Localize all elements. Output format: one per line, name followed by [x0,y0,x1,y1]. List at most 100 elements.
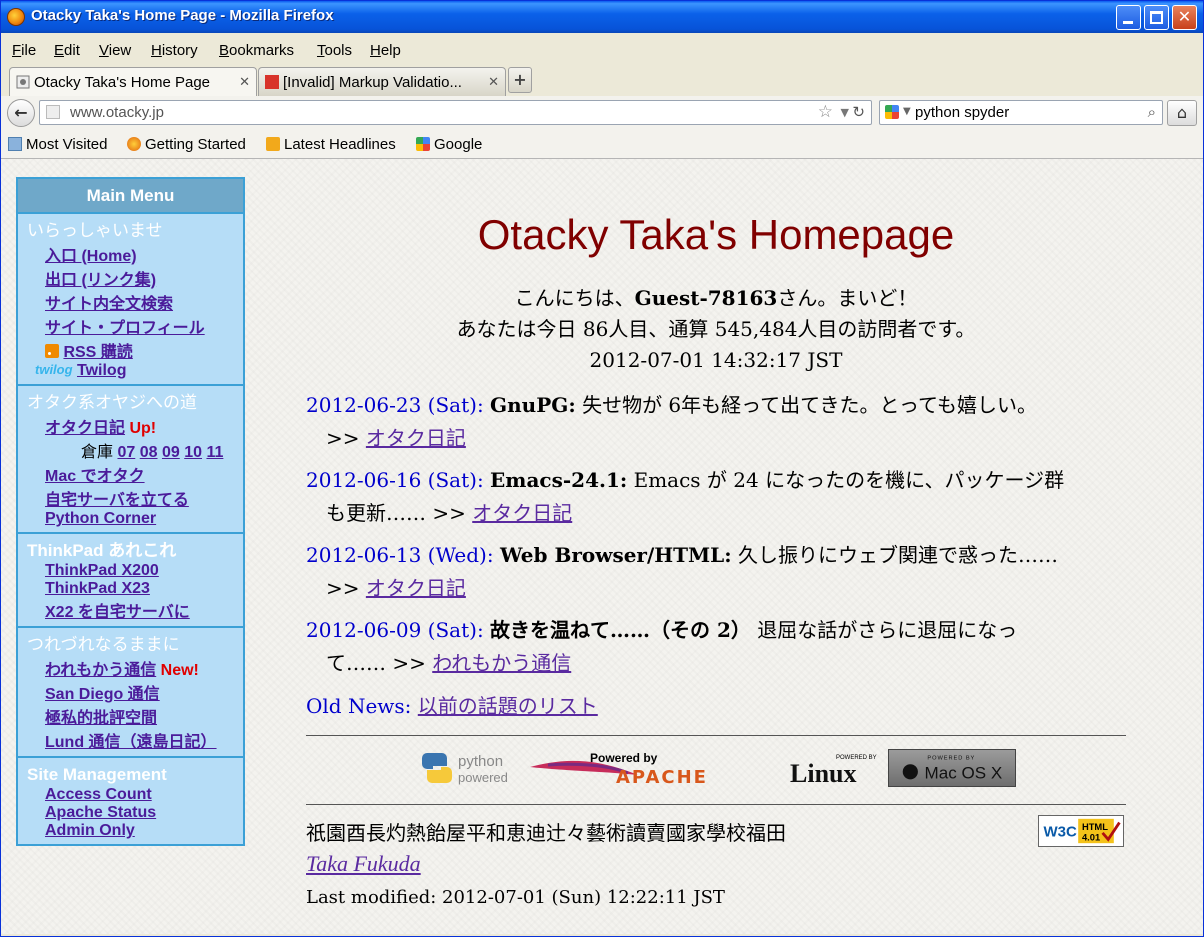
twilog-logo-icon: twilog [35,362,73,377]
home-icon: ⌂ [1176,103,1188,122]
last-modified: Last modified: 2012-07-01 (Sun) 12:22:11… [306,887,725,908]
menu-history[interactable]: History [151,42,198,59]
back-button[interactable]: ← [7,99,35,127]
sidebar-item-search[interactable]: サイト内全文検索 [45,296,173,313]
python-powered-badge[interactable]: python powered [418,749,514,787]
page-title: Otacky Taka's Homepage [477,211,955,258]
old-news: Old News: 以前の話題のリスト [306,694,598,718]
up-badge: Up! [129,420,157,437]
warehouse-link-10[interactable]: 10 [184,444,202,461]
news-link-otaku-diary[interactable]: オタク日記 [472,501,572,525]
bookmark-getting-started[interactable]: Getting Started [127,136,246,153]
author-link[interactable]: Taka Fukuda [306,851,421,877]
search-icon[interactable]: ⌕ [1148,103,1156,121]
section-title: つれづれなるままに [27,635,180,654]
new-tab-button[interactable]: + [508,67,532,93]
sidebar-item-apache-status[interactable]: Apache Status [45,804,156,821]
tab-otacky-home[interactable]: Otacky Taka's Home Page ✕ [9,67,257,97]
bookmark-most-visited[interactable]: Most Visited [8,136,107,153]
maximize-icon [1150,11,1163,24]
sidebar-item-otaku-diary[interactable]: オタク日記 [45,420,125,437]
search-bar[interactable]: ▼ python spyder ⌕ [879,100,1163,125]
sidebar-item-x23[interactable]: ThinkPad X23 [45,580,150,597]
news-link-waremokou[interactable]: われもかう通信 [432,651,571,675]
sidebar-section-site-management: Site Management Access Count Apache Stat… [18,758,243,844]
svg-text:Mac OS X: Mac OS X [925,763,1003,782]
tab-close-icon[interactable]: ✕ [488,74,499,90]
site-identity-icon[interactable] [46,105,60,119]
news-item: 2012-06-09 (Sat): 故きを温ねて……（その 2） 退屈な話がさら… [306,618,1018,675]
url-dropdown-icon[interactable]: ▼ [841,106,849,119]
svg-text:python: python [458,753,503,770]
sidebar-item-x200[interactable]: ThinkPad X200 [45,562,159,579]
menu-bookmarks[interactable]: Bookmarks [219,42,294,59]
greeting: こんにちは、Guest-78163さん。まいど！ あなたは今日 86人目、通算 … [306,283,1126,376]
sidebar-item-rss[interactable]: RSS 購読 [63,344,132,361]
news-link-otaku-diary[interactable]: オタク日記 [366,426,466,450]
maximize-button[interactable] [1144,5,1169,30]
tab-close-icon[interactable]: ✕ [239,74,250,90]
bookmark-google[interactable]: Google [416,136,482,153]
sidebar-item-mac[interactable]: Mac でオタク [45,468,145,485]
menu-view[interactable]: View [99,42,131,59]
svg-text:W3C: W3C [1044,824,1078,841]
sidebar-item-python-corner[interactable]: Python Corner [45,510,156,527]
sidebar-item-waremokou[interactable]: われもかう通信 [45,662,156,679]
folder-icon [8,137,22,151]
warehouse-link-09[interactable]: 09 [162,444,180,461]
main-menu-sidebar: Main Menu いらっしゃいませ 入口 (Home) 出口 (リンク集) サ… [16,177,245,846]
sidebar-item-home[interactable]: 入口 (Home) [45,248,137,265]
home-button[interactable]: ⌂ [1167,100,1197,126]
sidebar-item-lund[interactable]: Lund 通信（遠島日記） [45,734,217,751]
rss-icon [266,137,280,151]
reload-icon[interactable]: ↻ [852,103,865,121]
mac-os-x-powered-badge[interactable]: POWERED BY Mac OS X [888,749,1016,787]
minimize-button[interactable] [1116,5,1141,30]
menu-help[interactable]: Help [370,42,401,59]
menu-tools[interactable]: Tools [317,42,352,59]
sidebar-item-x22-server[interactable]: X22 を自宅サーバに [45,604,190,621]
sidebar-item-san-diego[interactable]: San Diego 通信 [45,686,160,703]
bookmark-star-icon[interactable]: ☆ [818,102,833,122]
warehouse-link-11[interactable]: 11 [206,444,223,461]
sidebar-item-home-server[interactable]: 自宅サーバを立てる [45,492,189,509]
sidebar-item-links[interactable]: 出口 (リンク集) [45,272,156,289]
warehouse-link-07[interactable]: 07 [117,444,135,461]
back-arrow-icon: ← [14,103,28,122]
w3c-html-valid-badge[interactable]: W3C HTML 4.01 [1038,815,1124,847]
search-input[interactable]: python spyder [915,104,1009,121]
sidebar-item-admin-only[interactable]: Admin Only [45,822,135,839]
menu-bar: File Edit View History Bookmarks Tools H… [1,37,1203,63]
warehouse-link-08[interactable]: 08 [140,444,158,461]
tab-markup-validation[interactable]: [Invalid] Markup Validatio... ✕ [258,67,506,96]
guest-name: Guest-78163 [634,286,778,310]
svg-text:POWERED BY: POWERED BY [927,755,975,761]
close-window-button[interactable]: ✕ [1172,5,1197,30]
google-engine-icon[interactable] [885,105,899,119]
sidebar-section-otaku: オタク系オヤジへの道 オタク日記 Up! 倉庫 07 08 09 10 11 M… [18,386,243,534]
engine-dropdown-icon[interactable]: ▼ [903,106,911,117]
news-link-otaku-diary[interactable]: オタク日記 [366,576,466,600]
powered-by-badges: python powered Powered by APACHE POWERED… [418,749,1018,789]
visitor-count: あなたは今日 86人目、通算 545,484人目の訪問者です。 [456,317,976,341]
close-icon: ✕ [1177,7,1192,26]
sidebar-item-access-count[interactable]: Access Count [45,786,152,803]
current-time: 2012-07-01 14:32:17 JST [589,348,843,372]
svg-text:HTML: HTML [1082,822,1108,832]
firefox-logo-icon [7,8,25,26]
section-title: オタク系オヤジへの道 [27,393,197,412]
linux-powered-badge[interactable]: POWERED BY Linux [788,749,880,787]
divider [306,735,1126,736]
bookmark-latest-headlines[interactable]: Latest Headlines [266,136,396,153]
menu-edit[interactable]: Edit [54,42,80,59]
sidebar-item-profile[interactable]: サイト・プロフィール [45,320,205,337]
svg-text:Linux: Linux [790,759,857,787]
old-news-link[interactable]: 以前の話題のリスト [418,694,598,718]
url-bar[interactable]: www.otacky.jp ☆ ▼ ↻ [39,100,872,125]
sidebar-item-twilog[interactable]: Twilog [77,362,126,379]
sidebar-item-criticism[interactable]: 極私的批評空間 [45,710,157,727]
footer-text: 祇園酉長灼熱飴屋平和恵迪辻々藝術讀賣國家學校福田 [306,821,786,845]
menu-file[interactable]: File [12,42,36,59]
url-text: www.otacky.jp [70,104,164,121]
apache-powered-badge[interactable]: Powered by APACHE [528,749,778,787]
